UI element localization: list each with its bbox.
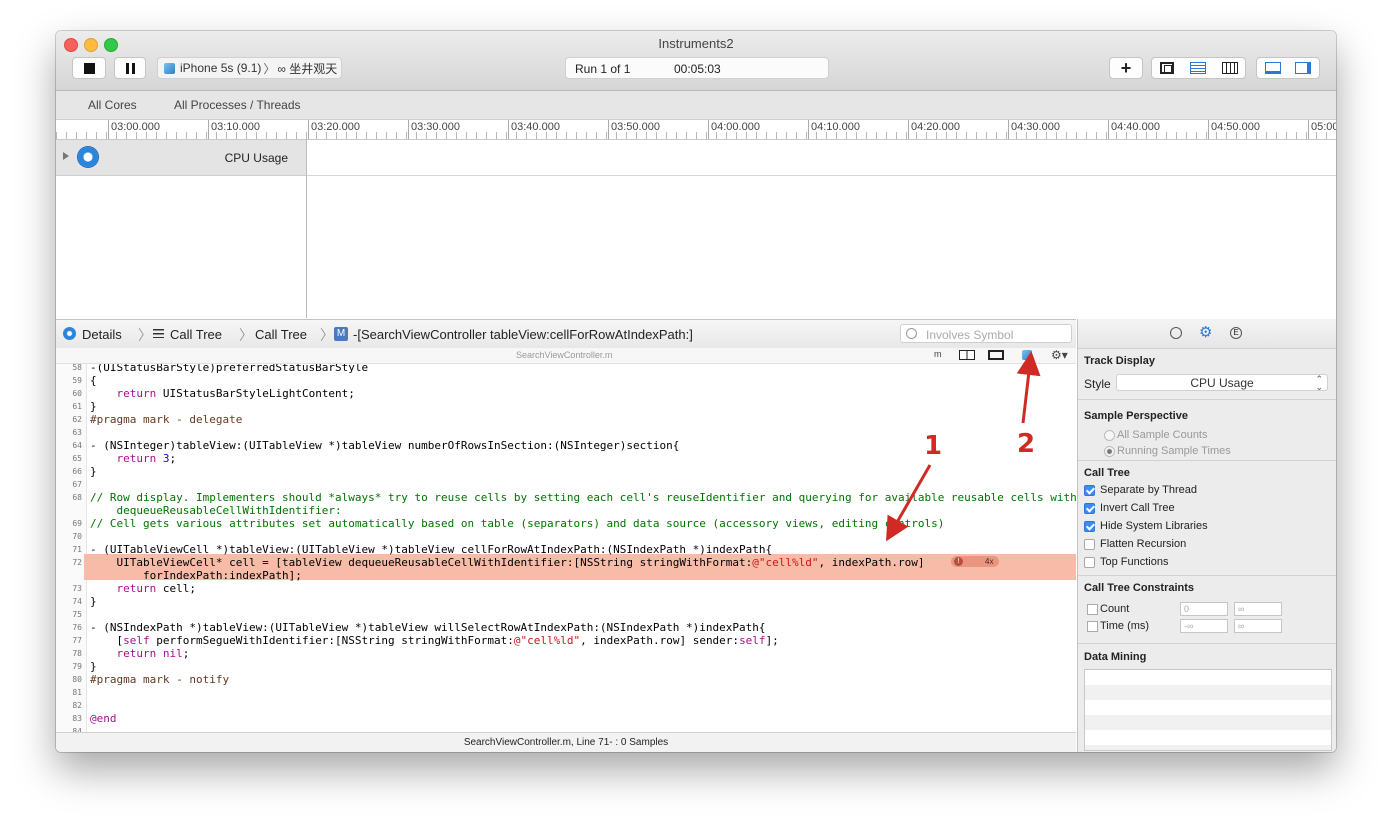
annotation-arrows — [886, 351, 1041, 542]
instruments-window: Instruments2 iPhone 5s (9.1) 〉 ∞ 坐井观天 Ru… — [56, 31, 1336, 752]
annotation-one: 1 — [924, 431, 943, 461]
annotation-two: 2 — [1017, 429, 1036, 459]
arrow-2 — [1016, 351, 1041, 424]
arrow-1 — [886, 464, 932, 542]
